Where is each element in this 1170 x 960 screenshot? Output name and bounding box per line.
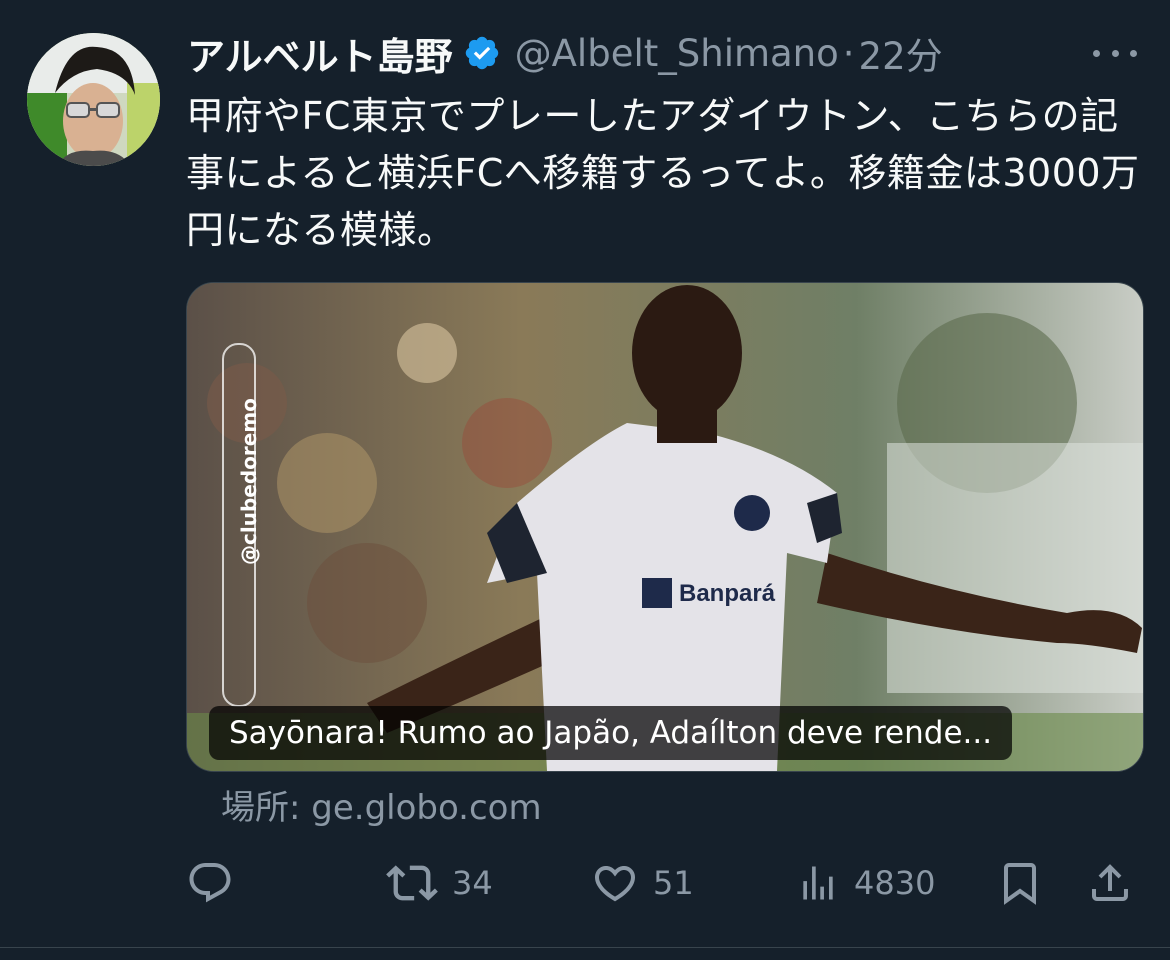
like-count: 51 [653,864,694,902]
retweet-icon [386,865,438,901]
user-handle[interactable]: @Albelt_Shimano [515,32,839,75]
avatar-image [27,33,160,166]
share-button[interactable] [1086,855,1134,911]
tweet-header: アルベルト島野 @Albelt_Shimano · 22分 [187,26,943,81]
reply-icon [189,863,231,903]
like-icon [594,866,636,902]
more-icon[interactable] [1093,40,1137,66]
bookmark-button[interactable] [996,855,1044,911]
card-source[interactable]: 場所: ge.globo.com [221,786,542,830]
action-bar: 34 51 4830 [186,855,1146,911]
separator-dot: · [842,31,855,75]
views-icon [803,866,833,900]
jersey-sponsor: Banpará [679,580,776,607]
retweet-button[interactable]: 34 [386,855,493,911]
card-image: Banpará [187,283,1143,771]
share-icon [1092,864,1128,901]
views-button[interactable]: 4830 [796,855,935,911]
tweet: アルベルト島野 @Albelt_Shimano · 22分 甲府やFC東京でプレ… [0,0,1170,960]
verified-badge-icon [463,34,501,72]
link-card[interactable]: Banpará @clubedoremo Sayōnara! Rumo ao J… [186,282,1144,772]
reply-button[interactable] [186,855,234,911]
overlay-handle: @clubedoremo [237,398,261,565]
avatar[interactable] [27,33,160,166]
views-count: 4830 [854,864,936,902]
card-caption[interactable]: Sayōnara! Rumo ao Japão, Adaílton deve r… [209,706,1013,760]
retweet-count: 34 [452,864,493,902]
tweet-text: 甲府やFC東京でプレーしたアダイウトン、こちらの記事によると横浜FCへ移籍するっ… [186,94,1140,252]
bookmark-icon [1004,863,1036,905]
divider [0,947,1170,948]
timestamp[interactable]: 22分 [859,26,943,80]
like-button[interactable]: 51 [591,855,694,911]
display-name[interactable]: アルベルト島野 [187,26,453,81]
